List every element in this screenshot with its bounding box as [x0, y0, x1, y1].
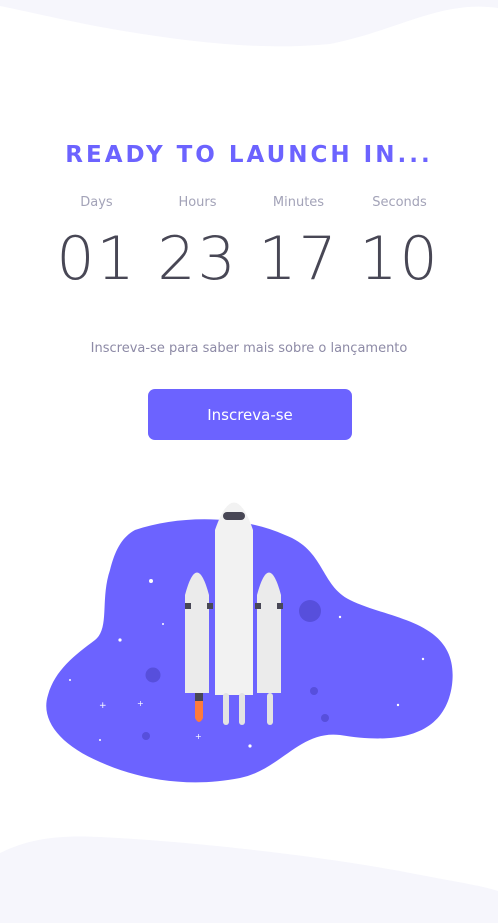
minutes-label: Minutes [272, 195, 325, 210]
bottom-wave-decoration [0, 836, 498, 923]
svg-text:+: + [137, 699, 144, 708]
rocket-launch-illustration: + + + [46, 502, 453, 783]
hours-value: 23 [157, 224, 238, 294]
days-label: Days [80, 195, 113, 210]
subscribe-button[interactable]: Inscreva-se [148, 389, 352, 440]
minutes-value: 17 [258, 224, 339, 294]
seconds-value: 10 [359, 224, 440, 294]
countdown-labels: Days Hours Minutes Seconds [46, 195, 450, 210]
svg-text:+: + [99, 701, 107, 711]
top-wave-decoration [0, 0, 498, 47]
hours-label: Hours [178, 195, 217, 210]
subscribe-text: Inscreva-se para saber mais sobre o lanç… [90, 341, 408, 356]
countdown-values: 01 23 17 10 [46, 224, 450, 294]
svg-text:+: + [195, 732, 202, 741]
seconds-label: Seconds [372, 195, 427, 210]
days-value: 01 [56, 224, 137, 294]
countdown-title: READY TO LAUNCH IN... [65, 142, 433, 168]
